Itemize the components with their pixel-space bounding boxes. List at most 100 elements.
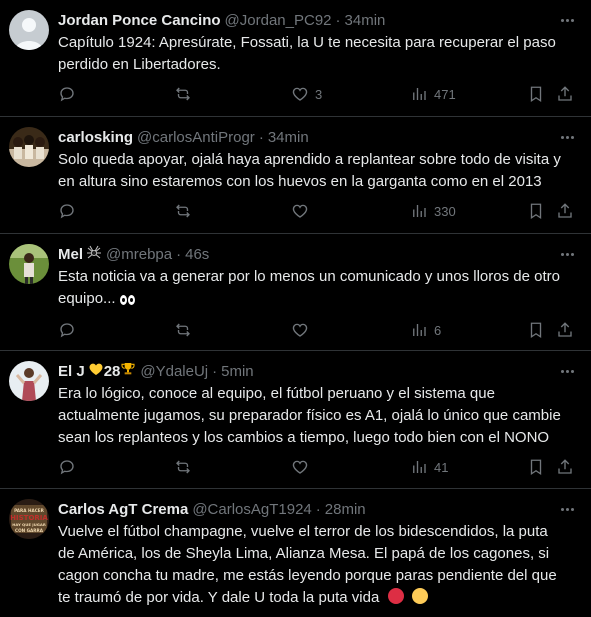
view-count: 330 xyxy=(434,203,456,219)
bookmark-button[interactable] xyxy=(527,320,545,340)
view-count: 6 xyxy=(434,322,442,338)
reply-icon xyxy=(60,323,74,338)
trophy-icon xyxy=(120,361,136,381)
like-button[interactable] xyxy=(291,320,309,340)
tweet-header: carlosking @carlosAntiProgr · 34min xyxy=(58,127,575,147)
avatar[interactable] xyxy=(9,127,49,167)
separator-dot: · xyxy=(176,245,182,263)
view-count: 41 xyxy=(434,459,449,475)
tweet-header: Mel @mrebpa · 46s xyxy=(58,244,575,264)
bookmark-icon xyxy=(530,459,542,476)
tweet-header: Carlos AgT Crema @CarlosAgT1924 · 28min xyxy=(58,499,575,519)
separator-dot: · xyxy=(258,128,264,146)
share-button[interactable] xyxy=(556,201,574,221)
bookmark-button[interactable] xyxy=(527,457,545,477)
svg-text:PARA HACER: PARA HACER xyxy=(14,508,45,513)
retweet-icon xyxy=(176,460,190,474)
retweet-icon xyxy=(176,323,190,337)
share-icon xyxy=(558,459,572,474)
user-handle[interactable]: @Jordan_PC92 xyxy=(225,12,332,29)
yellow-heart-icon xyxy=(88,361,104,381)
timestamp[interactable]: 28min xyxy=(325,501,366,518)
yellow-circle-icon xyxy=(411,588,428,604)
user-handle[interactable]: @CarlosAgT1924 xyxy=(192,501,311,518)
share-button[interactable] xyxy=(556,457,574,477)
avatar[interactable] xyxy=(9,244,49,284)
retweet-button[interactable] xyxy=(174,320,192,340)
separator-dot: · xyxy=(315,500,321,518)
user-handle[interactable]: @YdaleUj xyxy=(140,363,208,380)
display-name[interactable]: Carlos AgT Crema xyxy=(58,501,188,518)
retweet-button[interactable] xyxy=(174,84,192,104)
more-options-icon[interactable] xyxy=(557,127,577,147)
tweet-header: El J 28 @YdaleUj · 5min xyxy=(58,361,575,381)
more-options-icon[interactable] xyxy=(557,244,577,264)
share-button[interactable] xyxy=(556,320,574,340)
reply-button[interactable] xyxy=(58,201,76,221)
display-name[interactable]: Mel xyxy=(58,246,83,263)
display-name-suffix: 28 xyxy=(103,362,121,380)
reply-button[interactable] xyxy=(58,320,76,340)
display-name[interactable]: El J xyxy=(58,363,85,380)
more-options-icon[interactable] xyxy=(557,10,577,30)
reply-icon xyxy=(60,87,74,102)
svg-text:CON GARRA: CON GARRA xyxy=(15,528,44,533)
share-icon xyxy=(558,86,572,101)
tweet-item[interactable]: PARA HACER HISTORIA HAY QUE JUGAR CON GA… xyxy=(0,489,591,617)
tweet-text: Solo queda apoyar, ojalá haya aprendido … xyxy=(58,151,561,190)
more-options-icon[interactable] xyxy=(557,499,577,519)
avatar-logo: PARA HACER HISTORIA HAY QUE JUGAR CON GA… xyxy=(9,499,49,539)
user-handle[interactable]: @carlosAntiProgr xyxy=(137,129,255,146)
tweet-text: Esta noticia va a generar por lo menos u… xyxy=(58,266,575,312)
reply-icon xyxy=(60,204,74,219)
red-circle-icon xyxy=(387,588,404,604)
timestamp[interactable]: 34min xyxy=(268,129,309,146)
tweet-text: Capítulo 1924: Apresúrate, Fossati, la U… xyxy=(58,34,556,73)
avatar[interactable]: PARA HACER HISTORIA HAY QUE JUGAR CON GA… xyxy=(9,499,49,539)
timestamp[interactable]: 5min xyxy=(221,363,254,380)
views-button[interactable]: 6 xyxy=(410,320,441,340)
tweet-text-content: Vuelve el fútbol champagne, vuelve el te… xyxy=(58,523,557,606)
views-button[interactable]: 471 xyxy=(410,84,456,104)
avatar[interactable] xyxy=(9,361,49,401)
heart-icon xyxy=(292,204,308,218)
share-icon xyxy=(558,203,572,218)
retweet-button[interactable] xyxy=(174,457,192,477)
like-count: 3 xyxy=(315,86,323,102)
timeline-feed: Jordan Ponce Cancino @Jordan_PC92 · 34mi… xyxy=(0,0,591,617)
bookmark-button[interactable] xyxy=(527,201,545,221)
tweet-item[interactable]: Mel @mrebpa · 46s Esta noticia va a gene… xyxy=(0,234,591,351)
heart-icon xyxy=(292,87,308,101)
view-count: 471 xyxy=(434,86,456,102)
tweet-actions: 6 xyxy=(58,312,575,356)
spider-icon xyxy=(86,245,102,263)
views-icon xyxy=(413,324,426,336)
svg-text:HAY QUE JUGAR: HAY QUE JUGAR xyxy=(12,522,46,527)
display-name[interactable]: Jordan Ponce Cancino xyxy=(58,12,221,29)
separator-dot: · xyxy=(335,11,341,29)
retweet-icon xyxy=(176,87,190,101)
timestamp[interactable]: 34min xyxy=(345,12,386,29)
tweet-item[interactable]: carlosking @carlosAntiProgr · 34min Solo… xyxy=(0,117,591,234)
timestamp[interactable]: 46s xyxy=(185,246,209,263)
tweet-item[interactable]: Jordan Ponce Cancino @Jordan_PC92 · 34mi… xyxy=(0,0,591,117)
bookmark-button[interactable] xyxy=(527,84,545,104)
views-icon xyxy=(413,461,426,473)
reply-button[interactable] xyxy=(58,84,76,104)
avatar[interactable] xyxy=(9,10,49,50)
reply-button[interactable] xyxy=(58,457,76,477)
like-button[interactable] xyxy=(291,457,309,477)
tweet-actions: 3 471 xyxy=(58,76,575,120)
views-button[interactable]: 41 xyxy=(410,457,448,477)
retweet-button[interactable] xyxy=(174,201,192,221)
tweet-item[interactable]: El J 28 @YdaleUj · 5min Era lo lógico, c… xyxy=(0,351,591,489)
display-name[interactable]: carlosking xyxy=(58,129,133,146)
like-button[interactable] xyxy=(291,201,309,221)
like-button[interactable]: 3 xyxy=(291,84,322,104)
heart-icon xyxy=(292,460,308,474)
bookmark-icon xyxy=(530,322,542,339)
user-handle[interactable]: @mrebpa xyxy=(106,246,172,263)
views-button[interactable]: 330 xyxy=(410,201,456,221)
share-button[interactable] xyxy=(556,84,574,104)
more-options-icon[interactable] xyxy=(557,361,577,381)
